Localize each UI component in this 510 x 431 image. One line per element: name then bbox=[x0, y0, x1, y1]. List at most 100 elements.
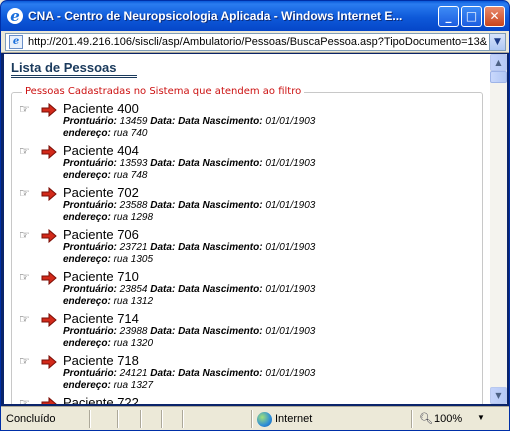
birth-value: 01/01/1903 bbox=[265, 200, 316, 211]
zoom-dropdown-icon[interactable]: ▼ bbox=[477, 413, 485, 422]
red-arrow-icon[interactable] bbox=[41, 355, 57, 369]
address-value: rua 1298 bbox=[113, 212, 154, 223]
window-title: CNA - Centro de Neuropsicologia Aplicada… bbox=[28, 9, 403, 23]
address-label: endereço: bbox=[63, 212, 111, 223]
page-icon: e bbox=[9, 35, 23, 49]
scroll-thumb[interactable] bbox=[490, 71, 507, 83]
red-arrow-icon[interactable] bbox=[41, 313, 57, 327]
red-arrow-icon[interactable] bbox=[41, 103, 57, 117]
chevron-down-icon[interactable]: ▼ bbox=[489, 34, 505, 50]
patient-address-line: endereço: rua 748 bbox=[63, 170, 148, 181]
browser-window: e CNA - Centro de Neuropsicologia Aplica… bbox=[0, 0, 510, 431]
address-label: endereço: bbox=[63, 128, 111, 139]
patient-address-line: endereço: rua 1305 bbox=[63, 254, 153, 265]
patient-name[interactable]: Paciente 702 bbox=[63, 185, 139, 200]
scroll-up-icon[interactable]: ▲ bbox=[490, 54, 507, 71]
address-label: endereço: bbox=[63, 380, 111, 391]
data-label: Data: bbox=[150, 158, 176, 169]
list-item: ☞ Paciente 714 Prontuário: 23988 Data: D… bbox=[19, 311, 479, 353]
list-item: ☞ Paciente 404 Prontuário: 13593 Data: D… bbox=[19, 143, 479, 185]
red-arrow-icon[interactable] bbox=[41, 187, 57, 201]
address-label: endereço: bbox=[63, 296, 111, 307]
patient-name[interactable]: Paciente 706 bbox=[63, 227, 139, 242]
prontuario-value: 23588 bbox=[119, 200, 148, 211]
prontuario-value: 23854 bbox=[119, 284, 148, 295]
address-value: rua 1312 bbox=[113, 296, 154, 307]
data-label: Data: bbox=[150, 368, 176, 379]
patient-name[interactable]: Paciente 710 bbox=[63, 269, 139, 284]
birth-value: 01/01/1903 bbox=[265, 326, 316, 337]
address-value: rua 748 bbox=[113, 170, 148, 181]
prontuario-label: Prontuário: bbox=[63, 158, 117, 169]
hand-pointer-icon[interactable]: ☞ bbox=[19, 145, 37, 157]
patient-name[interactable]: Paciente 722 bbox=[63, 395, 139, 404]
prontuario-label: Prontuário: bbox=[63, 326, 117, 337]
hand-pointer-icon[interactable]: ☞ bbox=[19, 271, 37, 283]
status-bar: Concluído Internet 🔍︎ 100% ▼ bbox=[1, 406, 509, 430]
list-item: ☞ Paciente 702 Prontuário: 23588 Data: D… bbox=[19, 185, 479, 227]
patient-record-line: Prontuário: 13459 Data: Data Nascimento:… bbox=[63, 116, 315, 127]
patient-name[interactable]: Paciente 718 bbox=[63, 353, 139, 368]
birth-label: Data Nascimento: bbox=[178, 326, 263, 337]
prontuario-value: 24121 bbox=[119, 368, 148, 379]
red-arrow-icon[interactable] bbox=[41, 145, 57, 159]
patient-name[interactable]: Paciente 400 bbox=[63, 101, 139, 116]
data-label: Data: bbox=[150, 116, 176, 127]
patient-record-line: Prontuário: 23721 Data: Data Nascimento:… bbox=[63, 242, 315, 253]
minimize-button[interactable]: _ bbox=[438, 6, 459, 27]
hand-pointer-icon[interactable]: ☞ bbox=[19, 103, 37, 115]
patient-address-line: endereço: rua 1298 bbox=[63, 212, 153, 223]
hand-pointer-icon[interactable]: ☞ bbox=[19, 229, 37, 241]
magnifier-icon[interactable]: 🔍︎ bbox=[419, 412, 433, 425]
address-field[interactable]: e http://201.49.216.106/siscli/asp/Ambul… bbox=[5, 33, 506, 51]
page-title: Lista de Pessoas bbox=[11, 60, 117, 75]
red-arrow-icon[interactable] bbox=[41, 397, 57, 404]
patient-record-line: Prontuário: 23588 Data: Data Nascimento:… bbox=[63, 200, 315, 211]
birth-label: Data Nascimento: bbox=[178, 200, 263, 211]
birth-value: 01/01/1903 bbox=[265, 284, 316, 295]
birth-value: 01/01/1903 bbox=[265, 116, 316, 127]
patient-address-line: endereço: rua 1327 bbox=[63, 380, 153, 391]
patient-record-line: Prontuário: 23854 Data: Data Nascimento:… bbox=[63, 284, 315, 295]
patient-name[interactable]: Paciente 404 bbox=[63, 143, 139, 158]
hand-pointer-icon[interactable]: ☞ bbox=[19, 313, 37, 325]
birth-label: Data Nascimento: bbox=[178, 242, 263, 253]
hand-pointer-icon[interactable]: ☞ bbox=[19, 397, 37, 404]
prontuario-label: Prontuário: bbox=[63, 284, 117, 295]
security-zone: Internet bbox=[275, 413, 313, 425]
url-text[interactable]: http://201.49.216.106/siscli/asp/Ambulat… bbox=[28, 36, 490, 48]
patient-name[interactable]: Paciente 714 bbox=[63, 311, 139, 326]
page-content: Lista de Pessoas Pessoas Cadastradas no … bbox=[4, 54, 490, 404]
hand-pointer-icon[interactable]: ☞ bbox=[19, 355, 37, 367]
scroll-down-icon[interactable]: ▼ bbox=[490, 387, 507, 404]
close-button[interactable]: ✕ bbox=[484, 6, 505, 27]
birth-label: Data Nascimento: bbox=[178, 158, 263, 169]
prontuario-value: 13459 bbox=[119, 116, 148, 127]
patient-record-line: Prontuário: 24121 Data: Data Nascimento:… bbox=[63, 368, 315, 379]
birth-label: Data Nascimento: bbox=[178, 116, 263, 127]
prontuario-value: 13593 bbox=[119, 158, 148, 169]
hand-pointer-icon[interactable]: ☞ bbox=[19, 187, 37, 199]
globe-icon bbox=[257, 412, 272, 427]
list-item: ☞ Paciente 718 Prontuário: 24121 Data: D… bbox=[19, 353, 479, 395]
maximize-button[interactable]: □ bbox=[461, 6, 482, 27]
title-bar[interactable]: e CNA - Centro de Neuropsicologia Aplica… bbox=[1, 1, 509, 31]
title-underline bbox=[11, 75, 137, 78]
red-arrow-icon[interactable] bbox=[41, 271, 57, 285]
vertical-scrollbar[interactable]: ▲ ▼ bbox=[490, 54, 507, 404]
birth-label: Data Nascimento: bbox=[178, 284, 263, 295]
patient-record-line: Prontuário: 23988 Data: Data Nascimento:… bbox=[63, 326, 315, 337]
red-arrow-icon[interactable] bbox=[41, 229, 57, 243]
zoom-level[interactable]: 100% bbox=[434, 413, 462, 425]
address-label: endereço: bbox=[63, 338, 111, 349]
data-label: Data: bbox=[150, 200, 176, 211]
birth-value: 01/01/1903 bbox=[265, 242, 316, 253]
address-value: rua 1320 bbox=[113, 338, 154, 349]
patient-list: ☞ Paciente 400 Prontuário: 13459 Data: D… bbox=[19, 101, 479, 404]
patient-address-line: endereço: rua 1312 bbox=[63, 296, 153, 307]
address-label: endereço: bbox=[63, 170, 111, 181]
patient-record-line: Prontuário: 13593 Data: Data Nascimento:… bbox=[63, 158, 315, 169]
patient-address-line: endereço: rua 1320 bbox=[63, 338, 153, 349]
birth-value: 01/01/1903 bbox=[265, 368, 316, 379]
status-divider bbox=[182, 410, 184, 428]
